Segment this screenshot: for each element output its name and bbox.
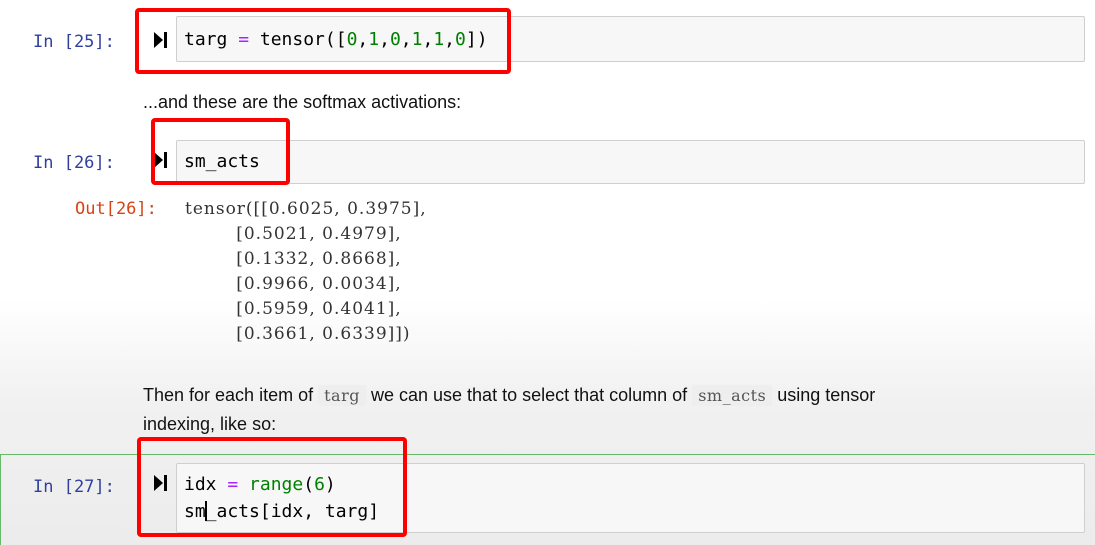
output-line: [0.1332, 0.8668],	[185, 249, 402, 269]
code-input[interactable]	[176, 140, 1085, 184]
output-line: [0.5959, 0.4041],	[185, 299, 402, 319]
output-line: tensor([[0.6025, 0.3975],	[185, 199, 427, 219]
markdown-text: Then for each item of targ we can use th…	[143, 385, 875, 406]
inline-code: sm_acts	[692, 385, 773, 406]
highlight-box	[137, 437, 407, 537]
output-line: [0.5021, 0.4979],	[185, 224, 402, 244]
output-prompt: Out[26]:	[75, 199, 157, 219]
markdown-text: ...and these are the softmax activations…	[143, 92, 462, 112]
md-text: we can use that to select that column of	[370, 385, 688, 405]
input-prompt: In [26]:	[33, 153, 115, 173]
input-prompt: In [27]:	[33, 477, 115, 497]
markdown-text: indexing, like so:	[143, 414, 277, 434]
md-text: using tensor	[777, 385, 876, 405]
output-line: [0.3661, 0.6339]])	[185, 324, 411, 344]
inline-code: targ	[318, 385, 366, 406]
input-prompt: In [25]:	[33, 32, 115, 52]
highlight-box	[151, 118, 290, 185]
md-text: Then for each item of	[143, 385, 314, 405]
output-line: [0.9966, 0.0034],	[185, 274, 402, 294]
highlight-box	[135, 8, 511, 74]
